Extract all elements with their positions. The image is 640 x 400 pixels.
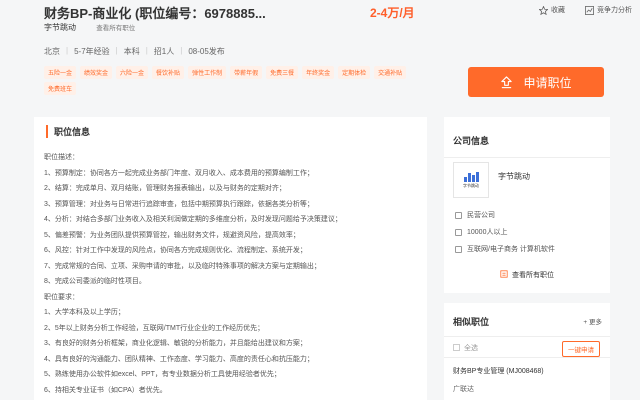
meta-headcount: 招1人 bbox=[153, 47, 175, 56]
apply-label: 申请职位 bbox=[523, 75, 572, 90]
desc-line: 1、大学本科及以上学历； bbox=[44, 309, 125, 316]
similar-toolbar: 全选 一键申请 bbox=[444, 336, 610, 358]
benefit-tag: 年终奖金 bbox=[302, 66, 335, 79]
desc-line: 1、预算制定：协同各方一起完成业务部门年度、双月收入、成本费用的预算编制工作； bbox=[44, 169, 314, 177]
favorite-label: 收藏 bbox=[551, 7, 565, 14]
select-all-label[interactable]: 全选 bbox=[464, 343, 478, 353]
benefit-tag: 免费三餐 bbox=[266, 66, 299, 79]
job-title: 财务BP-商业化 (职位编号：6978885... bbox=[44, 6, 266, 21]
desc-line: 2、5年以上财务分析工作经验，互联网/TMT行业企业的工作经历优先； bbox=[44, 324, 265, 332]
meta-experience: 5-7年经验 bbox=[74, 47, 110, 56]
desc-line: 8、完成公司委派的临时性项目。 bbox=[44, 278, 146, 285]
desc-line: 4、具有良好的沟通能力、团队精神、工作态度、学习能力、高度的责任心和抗压能力； bbox=[44, 355, 314, 363]
company-card-name[interactable]: 字节跳动 bbox=[498, 171, 530, 182]
desc-line: 2、结算：完成单月、双月结账，管理财务报表输出，以及与财务的定期对齐； bbox=[44, 185, 286, 192]
desc-line: 5、熟练使用办公软件如excel、PPT，有专业数据分析工具使用经验者优先； bbox=[44, 371, 281, 378]
analysis-icon bbox=[585, 5, 594, 15]
company-size: 10000人以上 bbox=[455, 227, 507, 237]
meta-location: 北京 bbox=[44, 47, 60, 56]
desc-line: 4、分析：对结合多部门业务收入及相关利润做定期的多维度分析，及时发现问题给予决策… bbox=[44, 216, 342, 223]
benefit-tag: 六险一金 bbox=[116, 66, 149, 79]
meta-date: 08-05发布 bbox=[188, 47, 225, 56]
benefit-tag: 交通补贴 bbox=[374, 66, 407, 79]
analysis-button[interactable]: 竞争力分析 bbox=[585, 5, 632, 15]
job-meta: 北京 | 5-7年经验 | 本科 | 招1人 | 08-05发布 bbox=[44, 46, 225, 56]
see-company-jobs[interactable]: 查看所有职位 bbox=[444, 270, 610, 280]
people-icon bbox=[455, 228, 462, 236]
similar-job-title[interactable]: 财务BP专业管理 (MJ008468) bbox=[453, 366, 544, 376]
company-name[interactable]: 字节跳动 bbox=[44, 23, 76, 32]
desc-line: 3、有良好的财务分析框架，商业化逻辑、敏锐的分析能力，并且能给出建议和方案； bbox=[44, 340, 307, 347]
list-icon bbox=[500, 270, 508, 278]
company-logo[interactable]: 字节跳动 bbox=[453, 162, 489, 198]
company-type: 民营公司 bbox=[455, 210, 495, 220]
desc-line: 3、预算管理：对业务与日常进行追踪审查，包括中期预算执行跟踪，依据各类分析等； bbox=[44, 200, 314, 208]
analysis-label: 竞争力分析 bbox=[597, 7, 632, 14]
desc-line: 职位要求： bbox=[44, 293, 79, 301]
job-description: 职位描述： 1、预算制定：协同各方一起完成业务部门年度、双月收入、成本费用的预算… bbox=[44, 150, 417, 398]
benefit-tag: 免费班车 bbox=[44, 82, 77, 95]
desc-line: 6、持相关专业证书（如CPA）者优先。 bbox=[44, 386, 167, 394]
benefit-tag: 带薪年假 bbox=[230, 66, 263, 79]
company-industry: 互联网/电子商务 计算机软件 bbox=[455, 244, 555, 254]
desc-line: 7、完成常规的合同、立项、采购申请的审批，以及临时特殊事项的解决方案与定期输出； bbox=[44, 262, 321, 270]
one-click-apply-button[interactable]: 一键申请 bbox=[562, 341, 600, 357]
header-actions: 收藏 竞争力分析 bbox=[539, 5, 632, 15]
favorite-button[interactable]: 收藏 bbox=[539, 5, 565, 15]
benefit-tag: 绩效奖金 bbox=[80, 66, 113, 79]
benefit-tag: 餐饮补贴 bbox=[152, 66, 185, 79]
benefit-tag: 定期体检 bbox=[338, 66, 371, 79]
star-icon bbox=[539, 5, 548, 15]
logo-text: 字节跳动 bbox=[463, 182, 479, 188]
apply-button[interactable]: 申请职位 bbox=[468, 67, 604, 97]
select-all-checkbox[interactable] bbox=[453, 344, 460, 351]
benefit-tags: 五险一金 绩效奖金 六险一金 餐饮补贴 弹性工作制 带薪年假 免费三餐 年终奖金… bbox=[44, 66, 414, 95]
all-jobs-link[interactable]: 查看所有职位 bbox=[96, 25, 135, 32]
benefit-tag: 五险一金 bbox=[44, 66, 77, 79]
meta-education: 本科 bbox=[123, 47, 140, 56]
upload-icon bbox=[501, 75, 513, 88]
one-click-apply-label: 一键申请 bbox=[568, 347, 594, 354]
desc-line: 5、偏差预警：为业务团队提供预算管控，输出财务文件，规避资风险，提高效率； bbox=[44, 231, 300, 239]
benefit-tag: 弹性工作制 bbox=[188, 66, 227, 79]
job-info-card: 职位信息 职位描述： 1、预算制定：协同各方一起完成业务部门年度、双月收入、成本… bbox=[34, 117, 427, 400]
company-row: 字节跳动 查看所有职位 bbox=[44, 22, 135, 33]
more-link[interactable]: + 更多 bbox=[583, 316, 602, 326]
company-info-card: 公司信息 字节跳动 字节跳动 民营公司 10000人以上 互联网/电子商务 计算… bbox=[444, 117, 610, 293]
divider bbox=[444, 157, 610, 158]
salary: 2-4万/月 bbox=[370, 6, 415, 20]
desc-line: 职位描述： bbox=[44, 154, 79, 161]
company-info-title: 公司信息 bbox=[453, 136, 490, 146]
building-icon bbox=[455, 211, 462, 219]
industry-icon bbox=[455, 245, 462, 253]
job-info-title: 职位信息 bbox=[46, 125, 90, 138]
similar-job-location: 广联达 bbox=[453, 386, 474, 393]
similar-jobs-title: 相似职位 bbox=[453, 317, 490, 327]
similar-jobs-card: 相似职位 + 更多 全选 一键申请 财务BP专业管理 (MJ008468) 广联… bbox=[444, 303, 610, 400]
desc-line: 6、风控：针对工作中发现的风险点，协同各方完成规则优化、流程制定、系统开发； bbox=[44, 247, 307, 254]
